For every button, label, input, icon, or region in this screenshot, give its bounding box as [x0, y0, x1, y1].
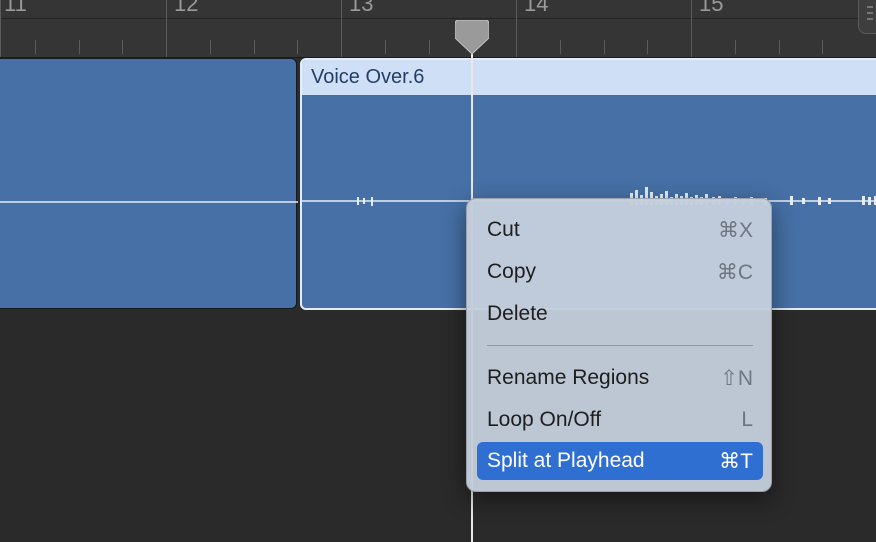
menu-item-split-at-playhead[interactable]: Split at Playhead ⌘T	[477, 442, 763, 480]
beat-tick	[385, 40, 386, 54]
menu-item-shortcut: ⌘C	[716, 261, 753, 284]
beat-tick	[735, 40, 736, 54]
grip-icon	[867, 6, 873, 20]
menu-item-label: Cut	[487, 218, 520, 241]
menu-item-rename-regions[interactable]: Rename Regions ⇧N	[477, 359, 763, 397]
menu-item-label: Rename Regions	[487, 366, 650, 389]
bar-number-13: 13	[349, 0, 374, 16]
bar-tick	[516, 0, 517, 57]
menu-item-loop-on-off[interactable]: Loop On/Off L	[477, 401, 763, 439]
beat-tick	[297, 40, 298, 54]
beat-tick	[779, 40, 780, 54]
bar-number-11: 11	[4, 0, 27, 16]
context-menu: Cut ⌘X Copy ⌘C Delete Rename Regions ⇧N …	[466, 198, 772, 492]
bar-tick	[341, 0, 342, 57]
beat-tick	[604, 40, 605, 54]
bar-number-15: 15	[699, 0, 724, 16]
menu-item-delete[interactable]: Delete	[477, 295, 763, 333]
beat-tick	[560, 40, 561, 54]
audio-region-previous[interactable]	[0, 58, 298, 309]
menu-separator	[487, 345, 753, 346]
menu-item-shortcut: ⌘T	[719, 450, 753, 473]
menu-item-shortcut: ⇧N	[720, 367, 753, 390]
menu-item-cut[interactable]: Cut ⌘X	[477, 211, 763, 249]
beat-tick	[210, 40, 211, 54]
beat-tick	[822, 40, 823, 54]
menu-item-label: Split at Playhead	[487, 449, 645, 472]
bar-tick	[0, 0, 1, 57]
beat-tick	[79, 40, 80, 54]
menu-item-label: Copy	[487, 260, 537, 283]
waveform	[0, 201, 298, 203]
bar-number-14: 14	[524, 0, 549, 16]
bar-tick	[166, 0, 167, 57]
ruler-divider	[0, 18, 876, 19]
menu-item-copy[interactable]: Copy ⌘C	[477, 253, 763, 291]
beat-tick	[647, 40, 648, 54]
beat-tick	[429, 40, 430, 54]
bar-number-12: 12	[174, 0, 199, 16]
menu-item-label: Delete	[487, 302, 548, 325]
timeline-ruler[interactable]: 11 12 13 14 15	[0, 0, 876, 58]
playhead-handle-icon[interactable]	[455, 20, 489, 56]
beat-tick	[35, 40, 36, 54]
beat-tick	[254, 40, 255, 54]
bar-tick	[691, 0, 692, 57]
menu-item-shortcut: ⌘X	[717, 219, 753, 242]
ruler-scroll-handle[interactable]	[858, 0, 876, 34]
menu-item-shortcut: L	[741, 408, 753, 431]
menu-item-label: Loop On/Off	[487, 408, 602, 431]
beat-tick	[122, 40, 123, 54]
